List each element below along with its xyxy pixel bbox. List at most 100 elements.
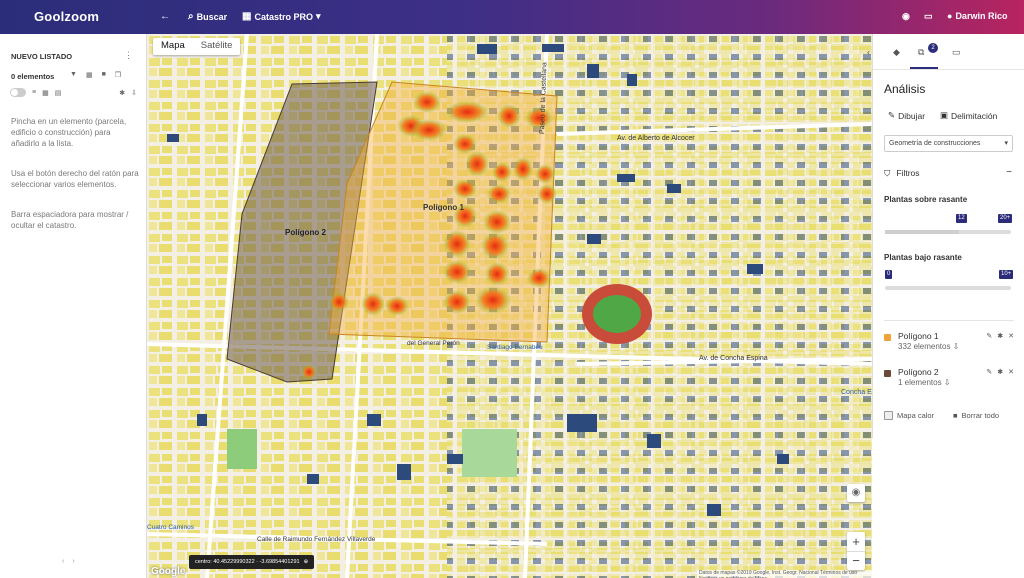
download-icon[interactable]: ⇩ <box>953 342 960 351</box>
close-icon[interactable]: ✕ <box>1008 332 1014 340</box>
below-max-handle[interactable]: 10+ <box>999 270 1014 279</box>
tab-satellite[interactable]: Satélite <box>193 38 241 55</box>
trash-icon[interactable]: ■ <box>102 71 106 79</box>
map-attribution[interactable]: Datos de mapas ©2019 Google, Inst. Geogr… <box>697 570 872 578</box>
grid-icon[interactable]: ▦ <box>86 71 93 79</box>
place-label: Santiago Bernabéu <box>487 344 543 351</box>
clear-all-button[interactable]: ■ Borrar todo <box>953 411 999 420</box>
polygon-2-swatch <box>884 370 891 377</box>
polygon-1-label: Polígono 1 <box>423 203 464 212</box>
stadium <box>582 284 652 344</box>
draw-label: Dibujar <box>898 110 926 121</box>
user-menu[interactable]: ● Darwin Rico <box>947 11 1007 21</box>
street-label: Av. de Concha Espina <box>699 355 768 362</box>
chevron-down-icon: ▾ <box>315 11 321 21</box>
polygon-count: 1 elementos ⇩ <box>898 378 951 387</box>
layers-icon[interactable]: ◆ <box>893 47 900 58</box>
heatmap-label: Mapa calor <box>897 411 935 420</box>
below-ground-label: Plantas bajo rasante <box>884 253 962 262</box>
list-count: 0 elementos <box>11 72 55 81</box>
table-icon[interactable]: ▭ <box>952 47 961 58</box>
catastro-menu[interactable]: ▦ Catastro PRO ▾ <box>242 11 321 22</box>
map-view[interactable]: Mapa Satélite Polígono 1 Polígono 2 Av. … <box>147 34 872 578</box>
zoom-out-button[interactable]: − <box>847 551 865 570</box>
above-ground-slider[interactable] <box>885 230 1011 234</box>
toggle-switch[interactable] <box>10 88 26 97</box>
filters-label: Filtros <box>896 168 920 178</box>
analysis-panel: ‹ ◆ ⧉ 2 ▭ Análisis ✎ Dibujar ▣ Delimitació… <box>867 34 1024 438</box>
app-logo[interactable]: Goolzoom <box>34 9 99 24</box>
list-view-icon[interactable]: ≡ <box>32 89 36 96</box>
settings-icon[interactable]: ✱ <box>997 368 1003 376</box>
filter-icon: ⛉ <box>884 168 891 178</box>
pagination-dots[interactable]: ‹› <box>62 558 83 565</box>
help-text-3: Barra espaciadora para mostrar / ocultar… <box>11 210 129 230</box>
map-type-tabs: Mapa Satélite <box>153 38 241 55</box>
help-icon: ◉ <box>902 11 910 21</box>
above-min-handle[interactable]: 12 <box>956 214 967 223</box>
list-panel: NUEVO LISTADO ⋮ 0 elementos ▼ ▦ ■ ❐ ≡ ▦ … <box>0 34 147 578</box>
polygon-name: Polígono 2 <box>898 367 939 377</box>
list-title: NUEVO LISTADO <box>11 52 73 61</box>
tab-map[interactable]: Mapa <box>153 38 193 55</box>
pencil-icon: ✎ <box>888 110 896 120</box>
zoom-control: + − <box>847 532 865 570</box>
table-view-icon[interactable]: ▤ <box>55 89 62 97</box>
above-max-handle[interactable]: 20+ <box>998 214 1013 223</box>
help-button[interactable]: ◉ <box>902 11 910 22</box>
analysis-badge: 2 <box>928 43 938 53</box>
place-label: Concha E <box>841 389 872 396</box>
edit-icon[interactable]: ✎ <box>986 332 992 340</box>
street-label: Calle de Raimundo Fernández Villaverde <box>257 536 376 543</box>
boundary-icon: ▣ <box>940 110 949 120</box>
polygon-count: 332 elementos ⇩ <box>898 342 960 351</box>
heatmap-checkbox[interactable] <box>884 411 893 420</box>
crosshair-icon[interactable]: ⊕ <box>304 559 309 565</box>
list-toolbar: ▼ ▦ ■ ❐ <box>70 71 121 79</box>
more-options-icon[interactable]: ⋮ <box>124 50 133 61</box>
draw-button[interactable]: ✎ Dibujar <box>888 110 925 121</box>
back-button[interactable]: ← <box>160 11 170 22</box>
download-icon[interactable]: ⇩ <box>131 89 137 97</box>
above-ground-label: Plantas sobre rasante <box>884 195 968 204</box>
chat-icon: ▭ <box>924 11 933 21</box>
chat-button[interactable]: ▭ <box>924 11 933 22</box>
map-canvas[interactable] <box>147 34 872 578</box>
arrow-left-icon: ← <box>160 11 170 22</box>
polygon-1-swatch <box>884 334 891 341</box>
street-label: Av. de Alberto de Alcocer <box>617 135 695 142</box>
below-min-handle[interactable]: 0 <box>885 270 893 279</box>
zoom-in-button[interactable]: + <box>847 532 865 551</box>
settings-icon[interactable]: ✱ <box>119 89 125 97</box>
place-label: Cuatro Caminos <box>147 524 194 531</box>
clear-all-label: Borrar todo <box>961 411 1000 420</box>
analysis-icon[interactable]: ⧉ <box>918 47 924 58</box>
view-toolbar: ≡ ▦ ▤ ✱ ⇩ <box>10 88 137 97</box>
download-icon[interactable]: ⇩ <box>944 378 951 387</box>
filter-icon[interactable]: ▼ <box>70 71 77 79</box>
search-button[interactable]: ⌕ Buscar <box>188 11 227 22</box>
delimitation-button[interactable]: ▣ Delimitación <box>940 110 997 121</box>
collapse-filters-button[interactable]: − <box>1006 167 1012 178</box>
polygon-2-label: Polígono 2 <box>285 228 326 237</box>
edit-icon[interactable]: ✎ <box>986 368 992 376</box>
street-label: del General Perón <box>407 340 460 347</box>
settings-icon[interactable]: ✱ <box>997 332 1003 340</box>
user-name: Darwin Rico <box>955 11 1008 21</box>
polygon-name: Polígono 1 <box>898 331 939 341</box>
heatmap-toggle[interactable]: Mapa calor <box>884 411 934 420</box>
location-button[interactable]: ◉ <box>847 484 865 502</box>
polygon-actions: ✎ ✱ ✕ <box>986 332 1014 340</box>
filters-header[interactable]: ⛉ Filtros <box>884 168 920 179</box>
geometry-select[interactable]: Geometría de construcciones ▾ <box>884 135 1013 152</box>
map-icon: ▦ <box>242 11 252 22</box>
collapse-icon[interactable]: ‹ <box>867 47 870 57</box>
copy-icon[interactable]: ❐ <box>115 71 121 79</box>
close-icon[interactable]: ✕ <box>1008 368 1014 376</box>
park <box>462 429 517 477</box>
below-ground-slider[interactable] <box>885 286 1011 290</box>
help-text-2: Usa el botón derecho del ratón para sele… <box>11 169 139 189</box>
coordinates-text: centro: 40.45229990322 · -3.69854401291 <box>195 559 300 565</box>
panel-tabs: ‹ ◆ ⧉ 2 ▭ <box>867 34 1024 70</box>
grid-view-icon[interactable]: ▦ <box>42 89 49 97</box>
